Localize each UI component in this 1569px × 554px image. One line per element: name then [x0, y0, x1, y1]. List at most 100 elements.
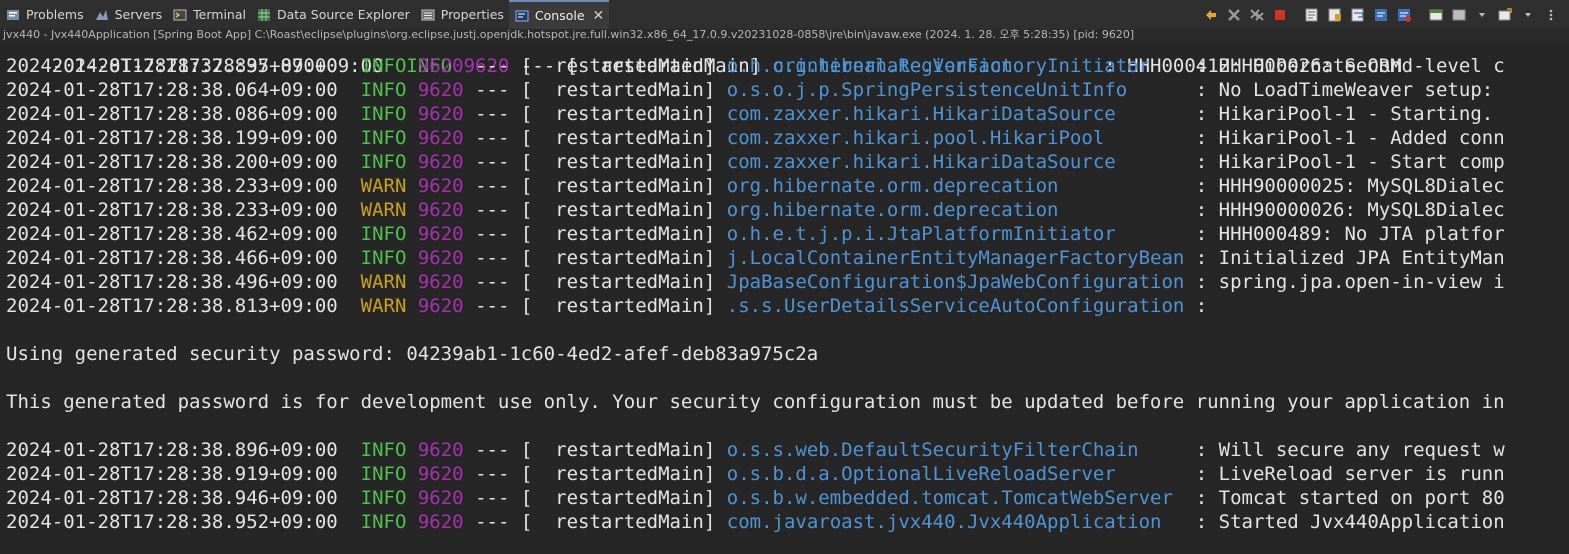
log-level: INFO: [360, 247, 407, 269]
view-menu-icon[interactable]: [1541, 5, 1561, 25]
log-timestamp: 2024-01-28T17:28:38.086+09:00: [6, 103, 338, 125]
log-timestamp: 2024-01-28T17:28:38.200+09:00: [6, 151, 338, 173]
log-separator: ---: [475, 439, 510, 461]
log-level: INFO: [360, 79, 407, 101]
tab-label: Terminal: [193, 7, 246, 22]
log-logger[interactable]: com.zaxxer.hikari.pool.HikariPool: [727, 127, 1185, 149]
show-console-on-error-icon[interactable]: [1394, 5, 1414, 25]
log-separator: ---: [475, 223, 510, 245]
log-logger[interactable]: j.LocalContainerEntityManagerFactoryBean: [727, 247, 1185, 269]
log-logger[interactable]: o.h.c.internal.RegionFactoryInitiator: [727, 55, 1185, 77]
tab-console[interactable]: Console ✕: [508, 0, 610, 29]
log-thread: restartedMain: [555, 223, 704, 245]
log-logger[interactable]: o.s.o.j.p.SpringPersistenceUnitInfo: [727, 79, 1185, 101]
log-timestamp: 2024-01-28T17:28:38.199+09:00: [6, 127, 338, 149]
log-level: INFO: [360, 103, 407, 125]
chevron-down-icon[interactable]: [1472, 5, 1492, 25]
log-thread: restartedMain: [555, 127, 704, 149]
log-line: 2024-01-28T17:28:38.813+09:00 WARN 9620 …: [6, 295, 1219, 317]
close-icon[interactable]: ✕: [593, 8, 605, 24]
show-console-on-output-icon[interactable]: [1371, 5, 1391, 25]
log-timestamp: 2024-01-28T17:28:38.233+09:00: [6, 199, 338, 221]
log-message: HHH90000026: MySQL8Dialec: [1218, 199, 1505, 221]
log-thread: restartedMain: [555, 199, 704, 221]
log-level: INFO: [360, 487, 407, 509]
log-logger[interactable]: o.s.s.web.DefaultSecurityFilterChain: [727, 439, 1185, 461]
log-separator: ---: [475, 127, 510, 149]
log-logger[interactable]: com.zaxxer.hikari.HikariDataSource: [727, 151, 1185, 173]
log-pid: 9620: [417, 247, 464, 269]
log-message: Started Jvx440Application: [1218, 511, 1505, 533]
terminate-icon[interactable]: [1270, 5, 1290, 25]
log-pid: 9620: [417, 55, 464, 77]
log-level: INFO: [360, 151, 407, 173]
log-timestamp: 2024-01-28T17:28:37.895+09:00: [6, 55, 338, 77]
log-thread: restartedMain: [555, 295, 704, 317]
log-thread: restartedMain: [555, 247, 704, 269]
log-pid: 9620: [417, 439, 464, 461]
log-separator: ---: [475, 151, 510, 173]
log-pid: 9620: [417, 79, 464, 101]
display-selected-console-icon[interactable]: [1449, 5, 1469, 25]
tab-properties[interactable]: Properties: [415, 0, 509, 29]
open-console-icon[interactable]: [1495, 5, 1515, 25]
notice-line: This generated password is for developme…: [6, 391, 1505, 413]
log-separator: ---: [475, 511, 510, 533]
log-logger[interactable]: com.zaxxer.hikari.HikariDataSource: [727, 103, 1185, 125]
process-title: jvx440 - Jvx440Application [Spring Boot …: [0, 29, 1569, 42]
log-message: HikariPool-1 - Start comp: [1218, 151, 1505, 173]
log-line: 2024-01-28T17:28:37.895+09:00 INFO 9620 …: [6, 55, 1505, 77]
tab-terminal[interactable]: Terminal: [167, 0, 251, 29]
word-wrap-icon[interactable]: [1348, 5, 1368, 25]
log-timestamp: 2024-01-28T17:28:38.496+09:00: [6, 271, 338, 293]
log-line: 2024-01-28T17:28:38.946+09:00 INFO 9620 …: [6, 487, 1505, 509]
clear-console-icon[interactable]: [1302, 5, 1322, 25]
log-thread: restartedMain: [555, 271, 704, 293]
log-line: 2024-01-28T17:28:38.896+09:00 INFO 9620 …: [6, 439, 1505, 461]
log-logger[interactable]: .s.s.UserDetailsServiceAutoConfiguration: [727, 295, 1185, 317]
tab-problems[interactable]: Problems: [0, 0, 89, 29]
log-line: 2024-01-28T17:28:38.462+09:00 INFO 9620 …: [6, 223, 1505, 245]
log-separator: ---: [475, 55, 510, 77]
remove-all-terminated-icon[interactable]: [1247, 5, 1267, 25]
tab-label: Properties: [440, 7, 504, 22]
log-level: INFO: [360, 511, 407, 533]
remove-launch-icon[interactable]: [1224, 5, 1244, 25]
log-separator: ---: [475, 199, 510, 221]
pin-console-icon[interactable]: [1426, 5, 1446, 25]
log-pid: 9620: [417, 463, 464, 485]
log-message: HikariPool-1 - Starting.: [1218, 103, 1494, 125]
tab-servers[interactable]: Servers: [89, 0, 168, 29]
log-logger[interactable]: org.hibernate.orm.deprecation: [727, 199, 1185, 221]
tab-label: Problems: [26, 7, 84, 22]
log-logger[interactable]: org.hibernate.orm.deprecation: [727, 175, 1185, 197]
log-logger[interactable]: com.javaroast.jvx440.Jvx440Application: [727, 511, 1185, 533]
log-thread: restartedMain: [555, 151, 704, 173]
log-logger[interactable]: o.s.b.w.embedded.tomcat.TomcatWebServer: [727, 487, 1185, 509]
log-separator: ---: [475, 247, 510, 269]
log-line: 2024-01-28T17:28:38.086+09:00 INFO 9620 …: [6, 103, 1494, 125]
log-logger[interactable]: o.h.e.t.j.p.i.JtaPlatformInitiator: [727, 223, 1185, 245]
log-line: 2024-01-28T17:28:38.952+09:00 INFO 9620 …: [6, 511, 1505, 533]
log-thread: restartedMain: [555, 439, 704, 461]
tab-data-source-explorer[interactable]: Data Source Explorer: [251, 0, 415, 29]
log-line: 2024-01-28T17:28:38.496+09:00 WARN 9620 …: [6, 271, 1505, 293]
relaunch-icon[interactable]: [1201, 5, 1221, 25]
terminal-icon: [172, 7, 188, 23]
log-message: HHH90000025: MySQL8Dialec: [1218, 175, 1505, 197]
console-output[interactable]: 2024-01-28T17:28:37.870+09:00 INFO 9620 …: [0, 31, 1569, 554]
log-pid: 9620: [417, 103, 464, 125]
log-thread: restartedMain: [555, 175, 704, 197]
log-level: INFO: [360, 55, 407, 77]
console-icon: [514, 8, 530, 24]
log-timestamp: 2024-01-28T17:28:38.233+09:00: [6, 175, 338, 197]
scroll-lock-icon[interactable]: [1325, 5, 1345, 25]
log-pid: 9620: [417, 175, 464, 197]
log-message: HHH000026: Second-level c: [1218, 55, 1505, 77]
chevron-down-icon[interactable]: [1518, 5, 1538, 25]
properties-icon: [420, 7, 436, 23]
log-line: 2024-01-28T17:28:38.200+09:00 INFO 9620 …: [6, 151, 1505, 173]
log-logger[interactable]: JpaBaseConfiguration$JpaWebConfiguration: [727, 271, 1185, 293]
log-logger[interactable]: o.s.b.d.a.OptionalLiveReloadServer: [727, 463, 1185, 485]
log-message: Will secure any request w: [1218, 439, 1505, 461]
